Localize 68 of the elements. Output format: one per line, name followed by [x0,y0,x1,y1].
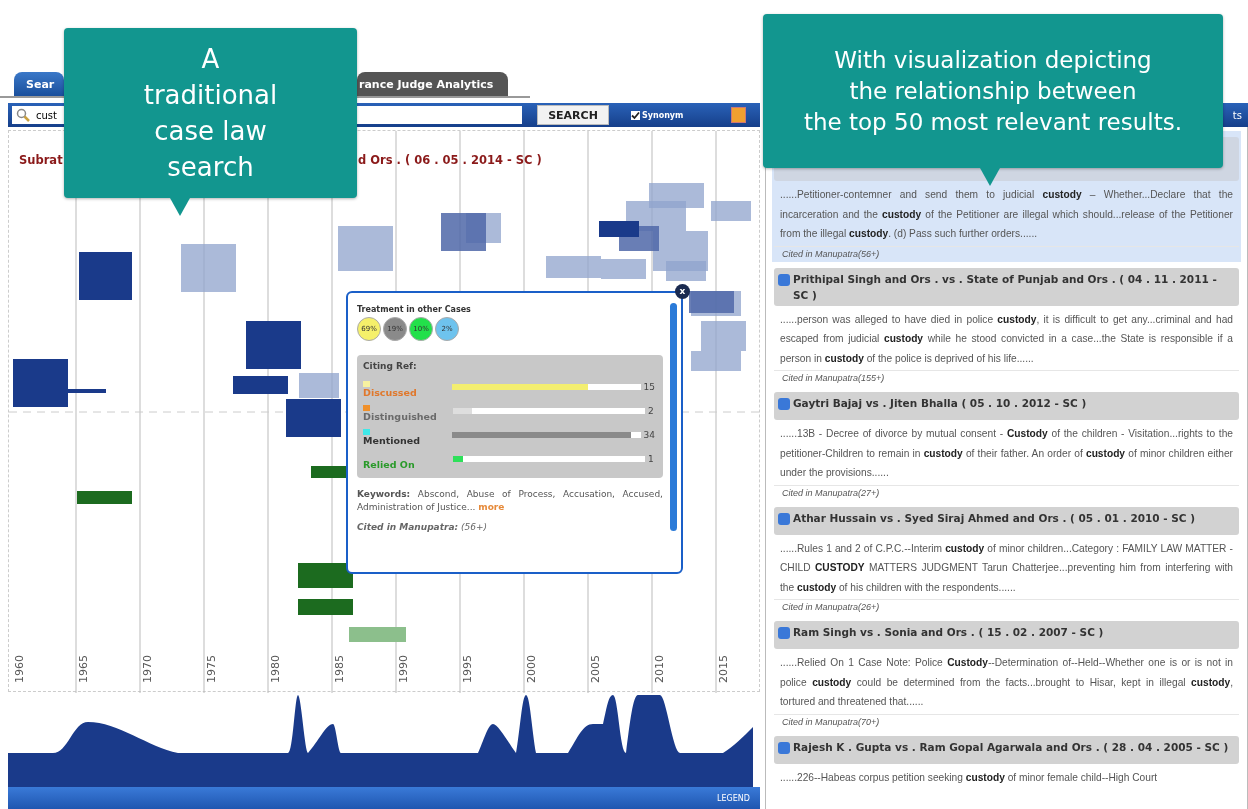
result-snippet: ......Rules 1 and 2 of C.P.C.--Interim custody of minor children...Category : FAMILY LAW MATTER - CHILD CUSTODY MATTERS JUDGMENT Tarun Chatterjee...preventing him from interfering with the custody of his children with the respondents...... [779,541,1234,595]
result-header[interactable]: Gaytri Bajaj vs . Jiten Bhalla ( 05 . 10 . 2012 - SC ) [774,392,1239,420]
year-label: 2010 [653,655,666,683]
year-label: 1965 [77,655,90,683]
close-button[interactable]: x [675,284,690,299]
citing-title: Citing Ref: [363,361,418,371]
year-label: 1980 [269,655,282,683]
treatment-title: Treatment in other Cases [357,305,472,314]
result-header[interactable]: Athar Hussain vs . Syed Siraj Ahmed and Ors . ( 05 . 01 . 2010 - SC ) [774,506,1239,535]
year-label: 2005 [589,655,602,683]
citing-label: Discussed [363,387,417,399]
citing-label: Relied On [363,459,415,471]
citing-label: Distinguished [363,411,437,423]
year-label: 1960 [13,655,26,683]
result-snippet: ......13B - Decree of divorce by mutual consent - Custody of the children - Visitation...rights to the petitioner-Children to remain in custody of their father. An order of custody of minor children either under the provisions...... [779,427,1234,480]
cited-count: Cited in Manupatra(70+) [774,713,1239,730]
result-snippet: ......226--Habeas corpus petition seeking custody of minor female child--High Court [779,770,1159,785]
legend-label[interactable]: LEGEND [717,793,750,803]
year-label: 2015 [717,655,730,683]
result-header[interactable]: Prithipal Singh and Ors . vs . State of Punjab and Ors . ( 04 . 11 . 2011 - SC ) [774,267,1239,306]
citing-count: 1 [648,454,654,464]
rank-badge-icon [778,512,790,525]
result-header[interactable]: Rajesh K . Gupta vs . Ram Gopal Agarwala and Ors . ( 28 . 04 . 2005 - SC ) [774,735,1239,764]
marker-icon [363,381,370,387]
citing-count: 15 [643,382,655,392]
result-title[interactable]: Gaytri Bajaj vs . Jiten Bhalla ( 05 . 10 . 2012 - SC ) [793,395,1087,411]
rank-badge-icon [778,741,790,754]
result-title[interactable]: Rajesh K . Gupta vs . Ram Gopal Agarwala and Ors . ( 28 . 04 . 2005 - SC ) [793,738,1229,755]
cited-count: Cited in Manupatra(56+) [774,245,1239,262]
year-label: 1995 [461,655,474,683]
result-snippet: ......Relied On 1 Case Note: Police Custody--Determination of--Held--Whether one is or is not in police custody could be determined from the facts...brought to Hisar, kept in illegal custody, tortured and threatened that...... [779,656,1234,709]
tab[interactable]: Sear [14,72,64,96]
cited-count: Cited in Manupatra(155+) [774,370,1239,386]
keywords-text: Keywords: Abscond, Abuse of Process, Accusation, Accused, Administration of Justice... more [357,488,663,514]
synonym-label: Synonym [642,110,684,120]
result-title[interactable]: Ram Singh vs . Sonia and Ors . ( 15 . 02 . 2007 - SC ) [793,624,1104,640]
rank-badge-icon [778,627,790,639]
marker-icon [363,405,370,411]
synonym-checkbox[interactable] [631,110,640,120]
callout-text: With visualization depicting the relationship between the top 50 most relevant results. [803,45,1182,137]
scrollbar[interactable] [670,303,677,531]
callout-text: A traditional case law search [143,43,278,184]
year-label: 2000 [525,655,538,683]
export-icon[interactable] [731,107,747,123]
year-label: 1990 [397,655,410,683]
result-title[interactable]: Prithipal Singh and Ors . vs . State of Punjab and Ors . ( 04 . 11 . 2011 - SC ) [793,270,1235,303]
case-title: Subrat [19,153,63,167]
result-snippet: ......Petitioner-contemner and send them to judicial custody – Whether...Declare that the incarceration and the custody of the Petitioner are illegal which should...release of the Petitioner from the illegal custody. (d) Pass such further orders...... [779,188,1234,241]
result-header[interactable]: Ram Singh vs . Sonia and Ors . ( 15 . 02 . 2007 - SC ) [774,621,1239,649]
result-title[interactable]: Athar Hussain vs . Syed Siraj Ahmed and Ors . ( 05 . 01 . 2010 - SC ) [793,509,1195,526]
rank-badge-icon [778,398,790,410]
rank-badge-icon [778,273,790,286]
tab[interactable]: rance Judge Analytics [357,72,508,96]
citing-count: 34 [643,430,655,440]
year-label: 1970 [141,655,154,683]
cited-count: Cited in Manupatra(26+) [774,599,1239,615]
citing-label: Mentioned [363,435,420,447]
case-relationship-drawing[interactable] [13,183,751,642]
year-label: 1975 [205,655,218,683]
cited-text: Cited in Manupatra: (56+) [357,522,488,532]
case-title: d Ors . ( 06 . 05 . 2014 - SC ) [358,153,542,167]
result-snippet: ......person was alleged to have died in police custody, it is difficult to get any...criminal and had escaped from judicial custody while he stood convicted in a case...the State is responsible if a person in custody of the police is deprived of his life...... [779,312,1234,366]
results-bar-label[interactable]: ts [1232,109,1242,121]
marker-icon [363,429,370,435]
search-button[interactable]: SEARCH [537,105,609,125]
cited-count: Cited in Manupatra(27+) [774,484,1239,501]
year-label: 1985 [333,655,346,683]
citing-count: 2 [648,406,654,416]
